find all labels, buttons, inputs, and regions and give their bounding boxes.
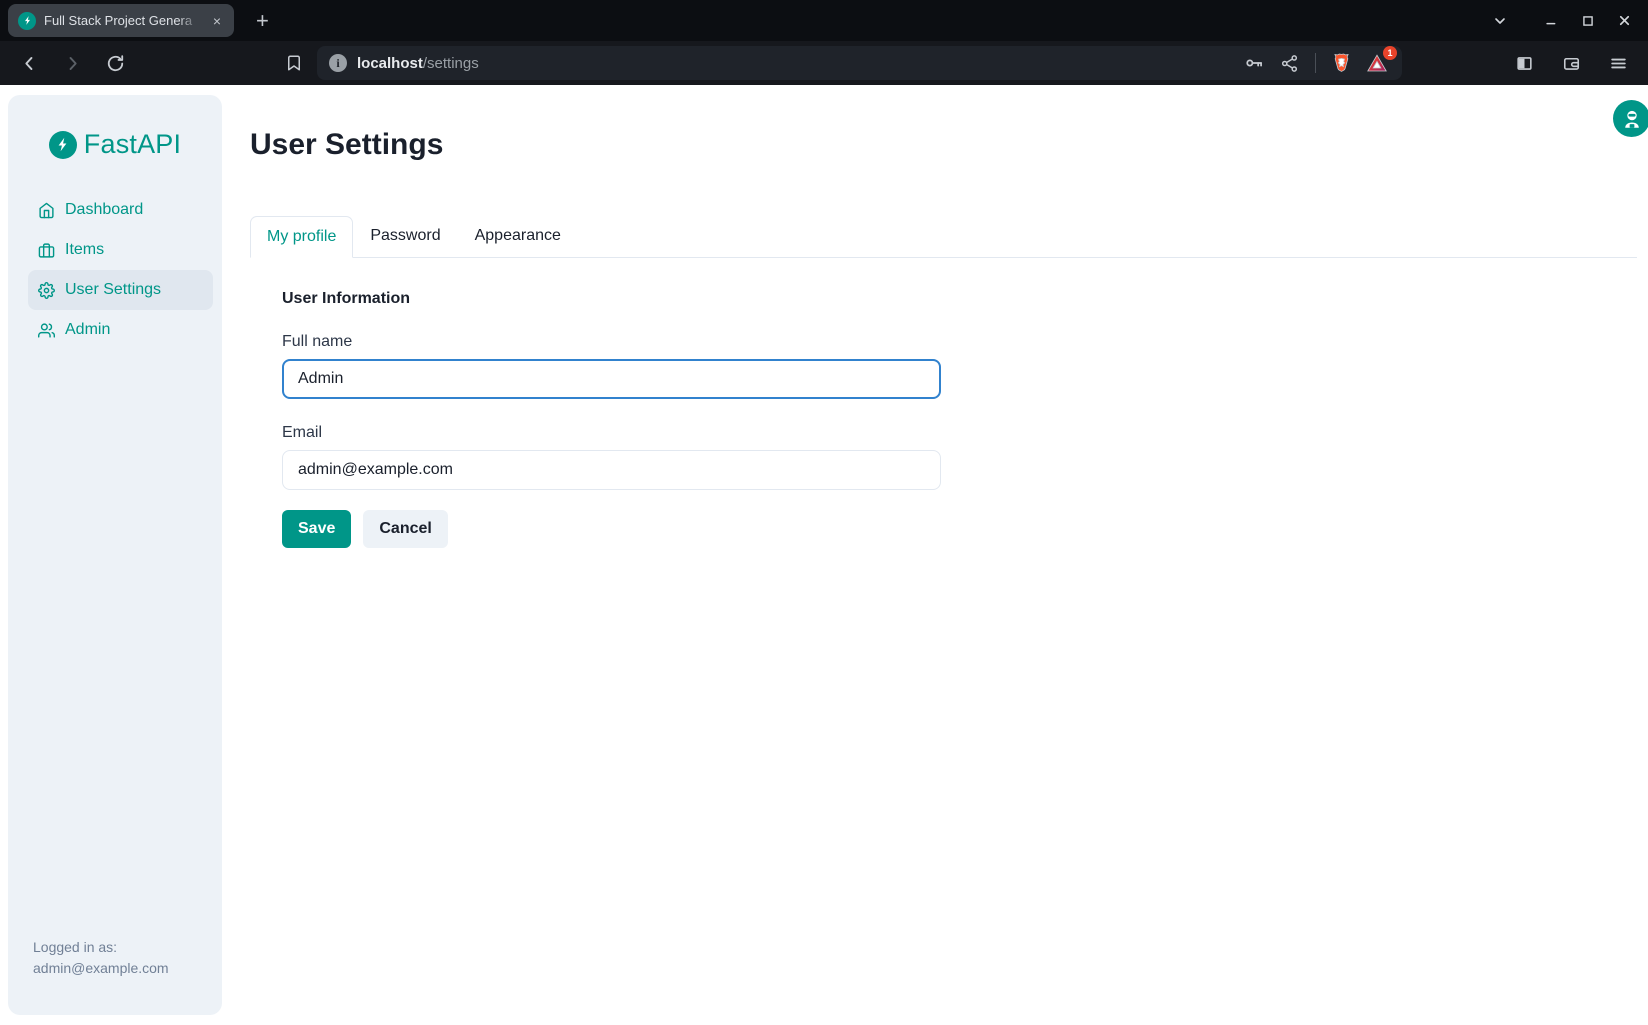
sidebar-item-label: User Settings bbox=[65, 281, 161, 299]
main-content: User Settings My profile Password Appear… bbox=[250, 85, 1637, 548]
maximize-button[interactable] bbox=[1581, 14, 1595, 28]
logged-in-email: admin@example.com bbox=[33, 958, 197, 979]
browser-chrome: Full Stack Project Genera × + bbox=[0, 0, 1648, 85]
briefcase-icon bbox=[38, 242, 55, 259]
profile-panel: User Information Full name Email Save Ca… bbox=[250, 258, 1637, 548]
home-icon bbox=[38, 202, 55, 219]
section-title: User Information bbox=[282, 290, 1637, 308]
cancel-button[interactable]: Cancel bbox=[363, 510, 447, 548]
fastapi-favicon-icon bbox=[18, 12, 36, 30]
urlbar-divider bbox=[1315, 53, 1316, 73]
logged-in-status: Logged in as: admin@example.com bbox=[8, 937, 222, 1015]
tab-search-chevron-icon[interactable] bbox=[1492, 13, 1508, 29]
tab-close-icon[interactable]: × bbox=[208, 11, 226, 31]
sidebar-nav: Dashboard Items User Settings Admin bbox=[8, 190, 222, 350]
url-bar[interactable]: i localhost/settings bbox=[317, 46, 1402, 80]
tab-password[interactable]: Password bbox=[353, 215, 457, 257]
forward-button[interactable] bbox=[57, 48, 88, 79]
toolbar-right-icons bbox=[1509, 48, 1634, 79]
sidebar-item-label: Admin bbox=[65, 321, 110, 339]
brave-shield-icon[interactable] bbox=[1329, 50, 1354, 77]
rewards-badge: 1 bbox=[1383, 46, 1397, 60]
reload-button[interactable] bbox=[100, 48, 131, 79]
tab-my-profile[interactable]: My profile bbox=[250, 216, 353, 258]
tab-title: Full Stack Project Genera bbox=[44, 13, 200, 28]
sidebar-spacer bbox=[8, 350, 222, 937]
new-tab-button[interactable]: + bbox=[248, 8, 277, 34]
users-icon bbox=[38, 322, 55, 339]
url-path: /settings bbox=[423, 55, 479, 72]
browser-toolbar: i localhost/settings bbox=[0, 41, 1648, 85]
sidebar-item-admin[interactable]: Admin bbox=[28, 310, 213, 350]
settings-tabs: My profile Password Appearance bbox=[250, 215, 1637, 258]
wallet-icon[interactable] bbox=[1556, 48, 1587, 79]
email-input[interactable] bbox=[282, 450, 941, 490]
menu-hamburger-icon[interactable] bbox=[1603, 48, 1634, 79]
logged-in-label: Logged in as: bbox=[33, 937, 197, 958]
sidebar-item-label: Items bbox=[65, 241, 104, 259]
page-title: User Settings bbox=[250, 128, 1637, 162]
side-panel-icon[interactable] bbox=[1509, 48, 1540, 79]
site-info-icon[interactable]: i bbox=[329, 54, 347, 72]
full-name-label: Full name bbox=[282, 333, 1637, 351]
gear-icon bbox=[38, 282, 55, 299]
sidebar: FastAPI Dashboard Items User Settings Ad… bbox=[8, 95, 222, 1015]
back-button[interactable] bbox=[14, 48, 45, 79]
bookmark-icon[interactable] bbox=[279, 48, 309, 78]
share-icon[interactable] bbox=[1277, 51, 1302, 76]
close-window-button[interactable] bbox=[1617, 13, 1632, 28]
form-actions: Save Cancel bbox=[282, 510, 1637, 548]
tab-appearance[interactable]: Appearance bbox=[458, 215, 578, 257]
email-label: Email bbox=[282, 424, 1637, 442]
sidebar-item-label: Dashboard bbox=[65, 201, 143, 219]
tab-strip: Full Stack Project Genera × + bbox=[0, 0, 1648, 41]
fastapi-logo: FastAPI bbox=[8, 129, 222, 160]
browser-tab[interactable]: Full Stack Project Genera × bbox=[8, 4, 234, 37]
minimize-button[interactable] bbox=[1544, 13, 1559, 28]
url-host: localhost bbox=[357, 55, 423, 72]
app-page: FastAPI Dashboard Items User Settings Ad… bbox=[0, 85, 1648, 1025]
url-text: localhost/settings bbox=[357, 55, 479, 72]
window-controls bbox=[1492, 13, 1648, 29]
full-name-input[interactable] bbox=[282, 359, 941, 399]
fastapi-logo-text: FastAPI bbox=[84, 129, 181, 160]
sidebar-item-user-settings[interactable]: User Settings bbox=[28, 270, 213, 310]
sidebar-item-dashboard[interactable]: Dashboard bbox=[28, 190, 213, 230]
sidebar-item-items[interactable]: Items bbox=[28, 230, 213, 270]
brave-rewards-icon[interactable]: 1 bbox=[1364, 51, 1390, 76]
fastapi-lightning-icon bbox=[49, 131, 77, 159]
password-key-icon[interactable] bbox=[1241, 50, 1267, 76]
urlbar-icons: 1 bbox=[1241, 50, 1390, 77]
save-button[interactable]: Save bbox=[282, 510, 351, 548]
